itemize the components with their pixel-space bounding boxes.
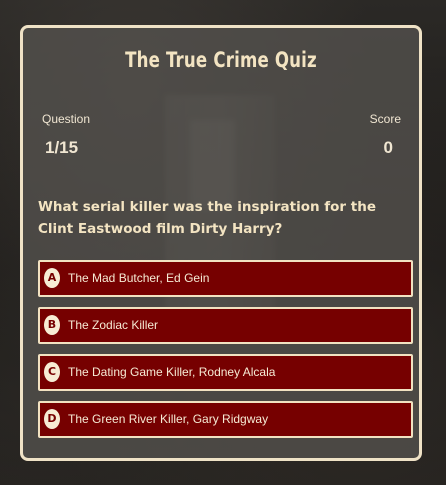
quiz-title: The True Crime Quiz bbox=[125, 48, 317, 72]
score-value: 0 bbox=[383, 138, 393, 157]
score-label: Score bbox=[369, 112, 401, 126]
answer-label: The Zodiac Killer bbox=[68, 318, 159, 332]
answer-list: A The Mad Butcher, Ed Gein B The Zodiac … bbox=[38, 260, 413, 448]
answer-letter-badge: A bbox=[44, 268, 60, 288]
answer-option-a[interactable]: A The Mad Butcher, Ed Gein bbox=[38, 260, 413, 297]
answer-letter-badge: C bbox=[44, 362, 60, 382]
question-text: What serial killer was the inspiration f… bbox=[38, 199, 377, 237]
answer-letter-badge: D bbox=[44, 409, 60, 429]
answer-letter-badge: B bbox=[44, 315, 60, 335]
answer-option-c[interactable]: C The Dating Game Killer, Rodney Alcala bbox=[38, 354, 413, 391]
answer-option-b[interactable]: B The Zodiac Killer bbox=[38, 307, 413, 344]
answer-label: The Mad Butcher, Ed Gein bbox=[68, 271, 210, 285]
answer-label: The Dating Game Killer, Rodney Alcala bbox=[68, 365, 276, 379]
question-counter: 1/15 bbox=[45, 138, 79, 157]
quiz-card: The True Crime Quiz Question 1/15 Score … bbox=[20, 25, 422, 461]
answer-option-d[interactable]: D The Green River Killer, Gary Ridgway bbox=[38, 401, 413, 438]
question-label: Question bbox=[42, 112, 91, 126]
answer-label: The Green River Killer, Gary Ridgway bbox=[68, 412, 269, 426]
